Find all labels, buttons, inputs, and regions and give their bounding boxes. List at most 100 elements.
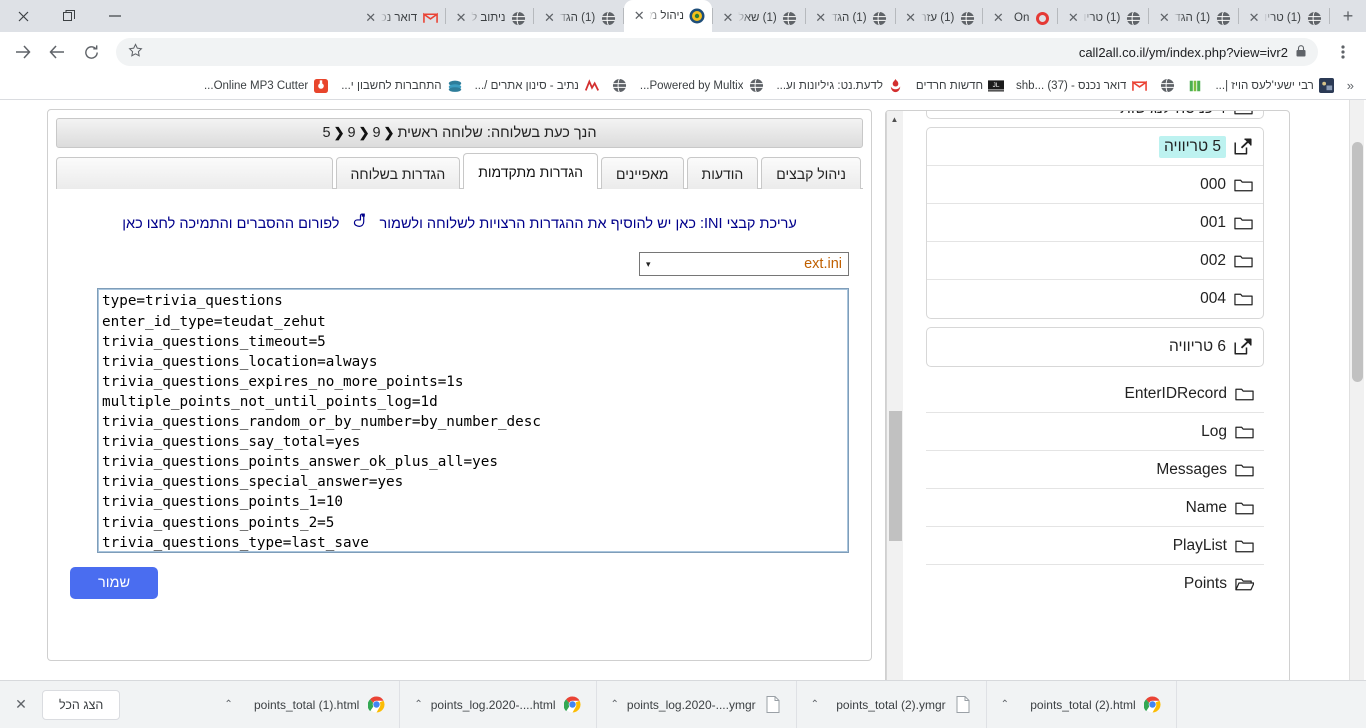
close-tab-icon[interactable]: ✕ <box>453 10 469 26</box>
panel-tab[interactable]: הגדרות בשלוחה <box>335 157 461 189</box>
chevron-up-icon[interactable]: ⌃ <box>224 699 232 710</box>
bookmark-item[interactable] <box>1181 78 1209 94</box>
bookmark-item[interactable]: נתיב - סינון אתרים /... <box>469 78 606 94</box>
panel-tab[interactable]: הודעות <box>686 157 759 189</box>
tree-item[interactable]: 5 טריוויה <box>927 128 1263 166</box>
bookmark-item[interactable]: Online MP3 Cutter... <box>198 78 335 94</box>
download-item[interactable]: ⌃ points_total (2).html <box>987 680 1177 728</box>
folder-icon <box>1234 384 1254 404</box>
bookmark-item[interactable]: JL חדשות חרדים <box>910 78 1010 94</box>
forward-arrow-icon[interactable] <box>9 38 37 66</box>
bookmark-item[interactable] <box>606 78 634 94</box>
bookmarks-overflow-button[interactable]: « <box>1341 78 1360 93</box>
download-item[interactable]: ⌃ points_log.2020-....html <box>400 680 597 728</box>
tree-scroll-thumb[interactable] <box>889 411 902 541</box>
close-tab-icon[interactable]: ✕ <box>813 10 829 26</box>
download-item[interactable]: ⌃ points_total (1).html <box>210 680 401 728</box>
window-controls <box>0 0 138 32</box>
browser-tab[interactable]: דואר נכ ✕ <box>356 4 445 32</box>
tree-item-label: 5 טריוויה <box>1159 135 1226 158</box>
ini-editor-textarea[interactable]: type=trivia_questions enter_id_type=teud… <box>97 288 849 554</box>
browser-tab[interactable]: ניתוב ל ✕ <box>446 4 533 32</box>
extension-settings-panel: הנך כעת בשלוחה: שלוחה ראשית ❮ 9 ❮ 9 ❮ 5 … <box>47 109 872 661</box>
chevron-up-icon[interactable]: ⌃ <box>611 699 619 710</box>
tree-item[interactable]: 6 טריוויה <box>927 328 1263 366</box>
yemot-icon <box>689 8 705 24</box>
close-tab-icon[interactable]: ✕ <box>1156 10 1172 26</box>
tree-item[interactable]: 002 <box>927 242 1263 280</box>
browser-tab-title: ניהול מ <box>649 10 684 22</box>
bookmark-item[interactable]: Powered by Multix... <box>634 78 771 94</box>
close-tab-icon[interactable]: ✕ <box>541 10 557 26</box>
close-tab-icon[interactable]: ✕ <box>1246 10 1262 26</box>
close-icon[interactable]: ✕ <box>4 681 38 728</box>
browser-tab[interactable]: (1) שאל ✕ <box>713 4 805 32</box>
save-button[interactable]: שמור <box>70 567 159 600</box>
tree-item[interactable]: PlayList <box>926 527 1264 565</box>
support-forum-link[interactable]: לפורום ההסברים והתמיכה לחצו כאן <box>122 216 339 232</box>
bookmark-item[interactable]: רבי ישעי'לעס הויז |... <box>1209 78 1340 94</box>
browser-tab[interactable]: (1) הגד ✕ <box>1149 4 1238 32</box>
kebab-menu-icon[interactable] <box>1329 38 1357 66</box>
breadcrumb-segment-1[interactable]: 9 <box>372 125 380 141</box>
bookmark-item[interactable]: דואר נכנס - shb... (37) <box>1010 78 1153 94</box>
browser-tab[interactable]: (1) הגד ✕ <box>806 4 895 32</box>
tree-item[interactable]: 001 <box>927 204 1263 242</box>
reload-icon[interactable] <box>77 38 105 66</box>
browser-tab[interactable]: (1) הגד ✕ <box>534 4 623 32</box>
tree-item[interactable]: EnterIDRecord <box>926 375 1264 413</box>
breadcrumb: הנך כעת בשלוחה: שלוחה ראשית ❮ 9 ❮ 9 ❮ 5 <box>56 118 863 148</box>
restore-window-button[interactable] <box>46 0 92 32</box>
address-bar[interactable]: call2all.co.il/ym/index.php?view=ivr2 <box>116 38 1318 66</box>
breadcrumb-segment-3[interactable]: 5 <box>323 125 331 141</box>
download-item[interactable]: ⌃ points_total (2).ymgr <box>797 680 987 728</box>
tree-item-label: PlayList <box>1172 536 1227 554</box>
close-tab-icon[interactable]: ✕ <box>720 10 736 26</box>
tree-item[interactable]: 000 <box>927 166 1263 204</box>
ini-file-select[interactable]: ext.ini ▾ <box>639 252 849 277</box>
close-tab-icon[interactable]: ✕ <box>1065 10 1081 26</box>
browser-tab[interactable]: (1) טריו ✕ <box>1058 4 1148 32</box>
close-tab-icon[interactable]: ✕ <box>363 10 379 26</box>
bookmark-star-icon[interactable] <box>128 43 143 61</box>
chevron-up-icon[interactable]: ⌃ <box>811 699 819 710</box>
panel-tab[interactable]: ניהול קבצים <box>761 157 861 189</box>
chevron-up-icon[interactable]: ⌃ <box>1001 699 1009 710</box>
scroll-up-arrow-icon[interactable]: ▲ <box>886 111 903 128</box>
tree-item[interactable]: 4 כניסה לנגישות <box>927 111 1263 118</box>
browser-tab[interactable]: (1) טריו ✕ <box>1239 4 1329 32</box>
page-vertical-scrollbar[interactable] <box>1349 100 1364 680</box>
close-tab-icon[interactable]: ✕ <box>631 8 647 24</box>
chrome-icon <box>367 696 385 714</box>
bookmark-item[interactable]: התחברות לחשבון י... <box>335 78 468 94</box>
tree-item[interactable]: 004 <box>927 280 1263 318</box>
back-arrow-icon[interactable] <box>43 38 71 66</box>
tree-item[interactable]: Points <box>926 565 1264 603</box>
bookmark-item[interactable] <box>1153 78 1181 94</box>
page-scroll-thumb[interactable] <box>1352 142 1363 382</box>
tree-vertical-scrollbar[interactable]: ▲ ▼ <box>886 111 903 680</box>
panel-tab-label: ניהול קבצים <box>776 165 846 182</box>
browser-tab[interactable]: (1) עזר ✕ <box>896 4 983 32</box>
pointing-hand-icon <box>349 211 369 238</box>
show-all-downloads-button[interactable]: הצג הכל <box>42 689 121 720</box>
close-tab-icon[interactable]: ✕ <box>903 10 919 26</box>
breadcrumb-segment-2[interactable]: 9 <box>347 125 355 141</box>
chevron-up-icon[interactable]: ⌃ <box>414 699 422 710</box>
browser-tab[interactable]: ניהול מ ✕ <box>624 0 712 32</box>
globe-icon <box>1306 10 1322 26</box>
panel-tab[interactable]: מאפיינים <box>601 157 684 189</box>
minimize-window-button[interactable] <box>92 0 138 32</box>
close-tab-icon[interactable]: ✕ <box>990 10 1006 26</box>
bookmark-item[interactable]: לדעת.נט: גיליונות וע... <box>770 78 909 94</box>
close-window-button[interactable] <box>0 0 46 32</box>
tree-item[interactable]: Name <box>926 489 1264 527</box>
new-tab-button[interactable]: + <box>1334 2 1362 30</box>
browser-tab[interactable]: On ✕ <box>983 4 1057 32</box>
tree-item-label: EnterIDRecord <box>1124 384 1227 402</box>
tree-item[interactable]: Messages <box>926 451 1264 489</box>
download-item[interactable]: ⌃ points_log.2020-....ymgr <box>597 680 797 728</box>
tree-item[interactable]: Log <box>926 413 1264 451</box>
address-bar-url[interactable]: call2all.co.il/ym/index.php?view=ivr2 <box>1079 45 1288 60</box>
panel-tab[interactable]: הגדרות מתקדמות <box>463 153 598 189</box>
